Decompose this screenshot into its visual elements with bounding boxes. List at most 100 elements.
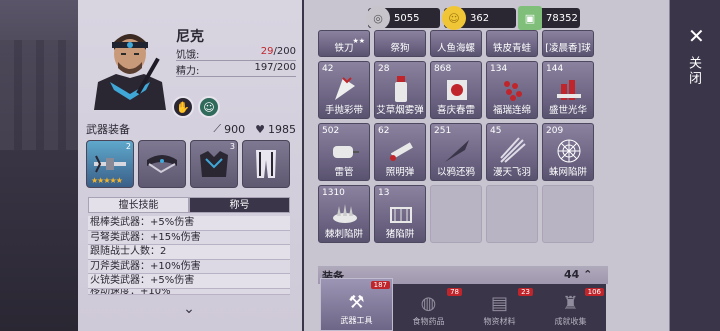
food-icon: ◍ [420,293,437,314]
tab-badge: 106 [584,288,604,296]
silver-currency[interactable]: ◎ 5055 [366,6,440,30]
silver-amount: 5055 [394,12,420,24]
trophy-icon: ♜ [562,293,579,314]
item-count: 144 [546,64,564,74]
inventory-slot[interactable]: ★★ 铁刀 [318,30,370,57]
inventory-slot[interactable]: 13 猪陷阱 [374,185,426,243]
item-label: 照明弹 [385,167,415,178]
detonator-icon [333,146,359,158]
status-effect-hand-icon[interactable]: ✋ [172,96,194,118]
armor-icon [200,151,228,177]
item-label: 雷管 [334,167,354,178]
inventory-slot[interactable]: [凌晨香]球 [542,30,594,57]
attack-value: 900 [224,122,246,136]
close-button[interactable]: 关闭 [684,56,703,86]
inventory-slot[interactable]: 868 喜庆春雷 [430,61,482,119]
status-effect-face-icon[interactable]: ☺ [198,96,220,118]
tab-badge: 78 [447,288,462,296]
list-item: 火铳类武器：+5%伤害 [88,274,290,289]
chevron-down-icon[interactable]: ⌄ [180,302,198,316]
tab-label: 物资材料 [483,317,516,326]
axe-icon: ⚒ [348,292,365,313]
tab-label: 食物药品 [412,317,445,326]
inventory-slot[interactable]: 铁皮青蛙 [486,30,538,57]
inventory-slot-empty[interactable] [542,185,594,243]
equipment-slot-head[interactable] [138,140,186,188]
item-count: 134 [490,64,508,74]
equipment-slot-armor[interactable]: 3 [190,140,238,188]
inventory-slot[interactable]: 1310 棘刺陷阱 [318,185,370,243]
list-item: 棍棒类武器：+5%伤害 [88,216,290,231]
category-tabs: 187 ⚒ 武器工具 78 ◍ 食物药品 23 ▤ 物资材料 106 ♜ 成就收… [320,278,606,331]
inventory-slot[interactable]: 祭狗 [374,30,426,57]
item-count: 28 [378,64,390,74]
gold-coin-icon: ☺ [442,6,466,30]
item-label: 铁皮青蛙 [492,43,531,54]
item-count: 251 [434,126,452,136]
character-name: 尼克 [176,29,204,45]
status-effects: ✋ ☺ [172,96,220,118]
energy-value: 197/200 [254,62,296,73]
rocket-firework-icon [557,80,581,100]
list-item: 弓弩类武器：+15%伤害 [88,230,290,245]
spike-trap-icon [333,204,357,223]
list-item: 跟随战士人数：2 [88,245,290,260]
item-total[interactable]: 44 ⌃ [564,268,592,281]
ticket-currency[interactable]: ▣ 78352 [518,6,580,30]
slot-level-badge: 2 [125,142,131,151]
inventory-slot[interactable]: 134 福瑞连绵 [486,61,538,119]
list-item: 刀斧类武器：+10%伤害 [88,259,290,274]
close-panel[interactable] [670,0,720,331]
tab-label: 武器工具 [340,316,373,325]
tab-titles[interactable]: 称号 [189,197,290,213]
energy-label: 精力: [176,66,200,77]
gold-currency[interactable]: ☺ 362 [442,6,516,30]
tab-skills[interactable]: 擅长技能 [88,197,189,213]
health-value: 1985 [268,122,296,136]
inventory-slot[interactable]: 45 漫天飞羽 [486,123,538,181]
close-icon[interactable]: ✕ [688,24,705,48]
item-count: 1310 [322,188,345,198]
item-count: 42 [322,64,334,74]
equipment-slot-pants[interactable] [242,140,290,188]
item-count: 13 [378,188,390,198]
inventory-slot[interactable]: 62 照明弹 [374,123,426,181]
inventory-slot[interactable]: 28 艾草烟雾弹 [374,61,426,119]
inventory-slot[interactable]: 251 以鸦还鸦 [430,123,482,181]
item-label: 喜庆春雷 [436,105,475,116]
tab-food-medicine[interactable]: 78 ◍ 食物药品 [393,284,464,331]
item-label: 猪陷阱 [385,229,415,240]
flare-icon [390,142,413,161]
currency-bar: ◎ 5055 ☺ 362 ▣ 78352 [366,6,580,30]
inventory-slot[interactable]: 144 盛世光华 [542,61,594,119]
ribbon-cannon-icon [335,77,355,100]
hunger-value: 29/200 [260,46,296,57]
equipment-title: 武器装备 [86,123,130,136]
spider-web-icon [557,139,581,163]
tab-achievements[interactable]: 106 ♜ 成就收集 [535,284,606,331]
ticket-amount: 78352 [546,12,578,24]
energy-stat: 精力: 197/200 [176,62,296,77]
attack-stat: ⟋ 900 [213,122,245,136]
skill-tabs: 擅长技能 称号 [88,197,290,213]
equipment-slot-weapon[interactable]: 2 ★★★★★ [86,140,134,188]
inventory-slot-empty[interactable] [486,185,538,243]
inventory-slot[interactable]: 人鱼海螺 [430,30,482,57]
pig-trap-icon [390,207,412,223]
crossbow-icon [94,155,126,173]
inventory-slot-empty[interactable] [430,185,482,243]
silver-coin-icon: ◎ [366,6,390,30]
item-label: 福瑞连绵 [492,105,531,116]
tab-weapons-tools[interactable]: 187 ⚒ 武器工具 [320,278,393,331]
skill-list: 棍棒类武器：+5%伤害 弓弩类武器：+15%伤害 跟随战士人数：2 刀斧类武器：… [88,216,290,295]
item-label: 漫天飞羽 [492,167,531,178]
tab-materials[interactable]: 23 ▤ 物资材料 [464,284,535,331]
item-label: 手抛彩带 [324,105,363,116]
heart-icon: ♥ [255,122,265,136]
hunger-stat: 饥饿: 29/200 [176,46,296,61]
inventory-slot[interactable]: 209 蛛网陷阱 [542,123,594,181]
inventory-slot[interactable]: 42 手抛彩带 [318,61,370,119]
item-count: 868 [434,64,452,74]
inventory-slot[interactable]: 502 雷管 [318,123,370,181]
item-label: 蛛网陷阱 [548,167,587,178]
